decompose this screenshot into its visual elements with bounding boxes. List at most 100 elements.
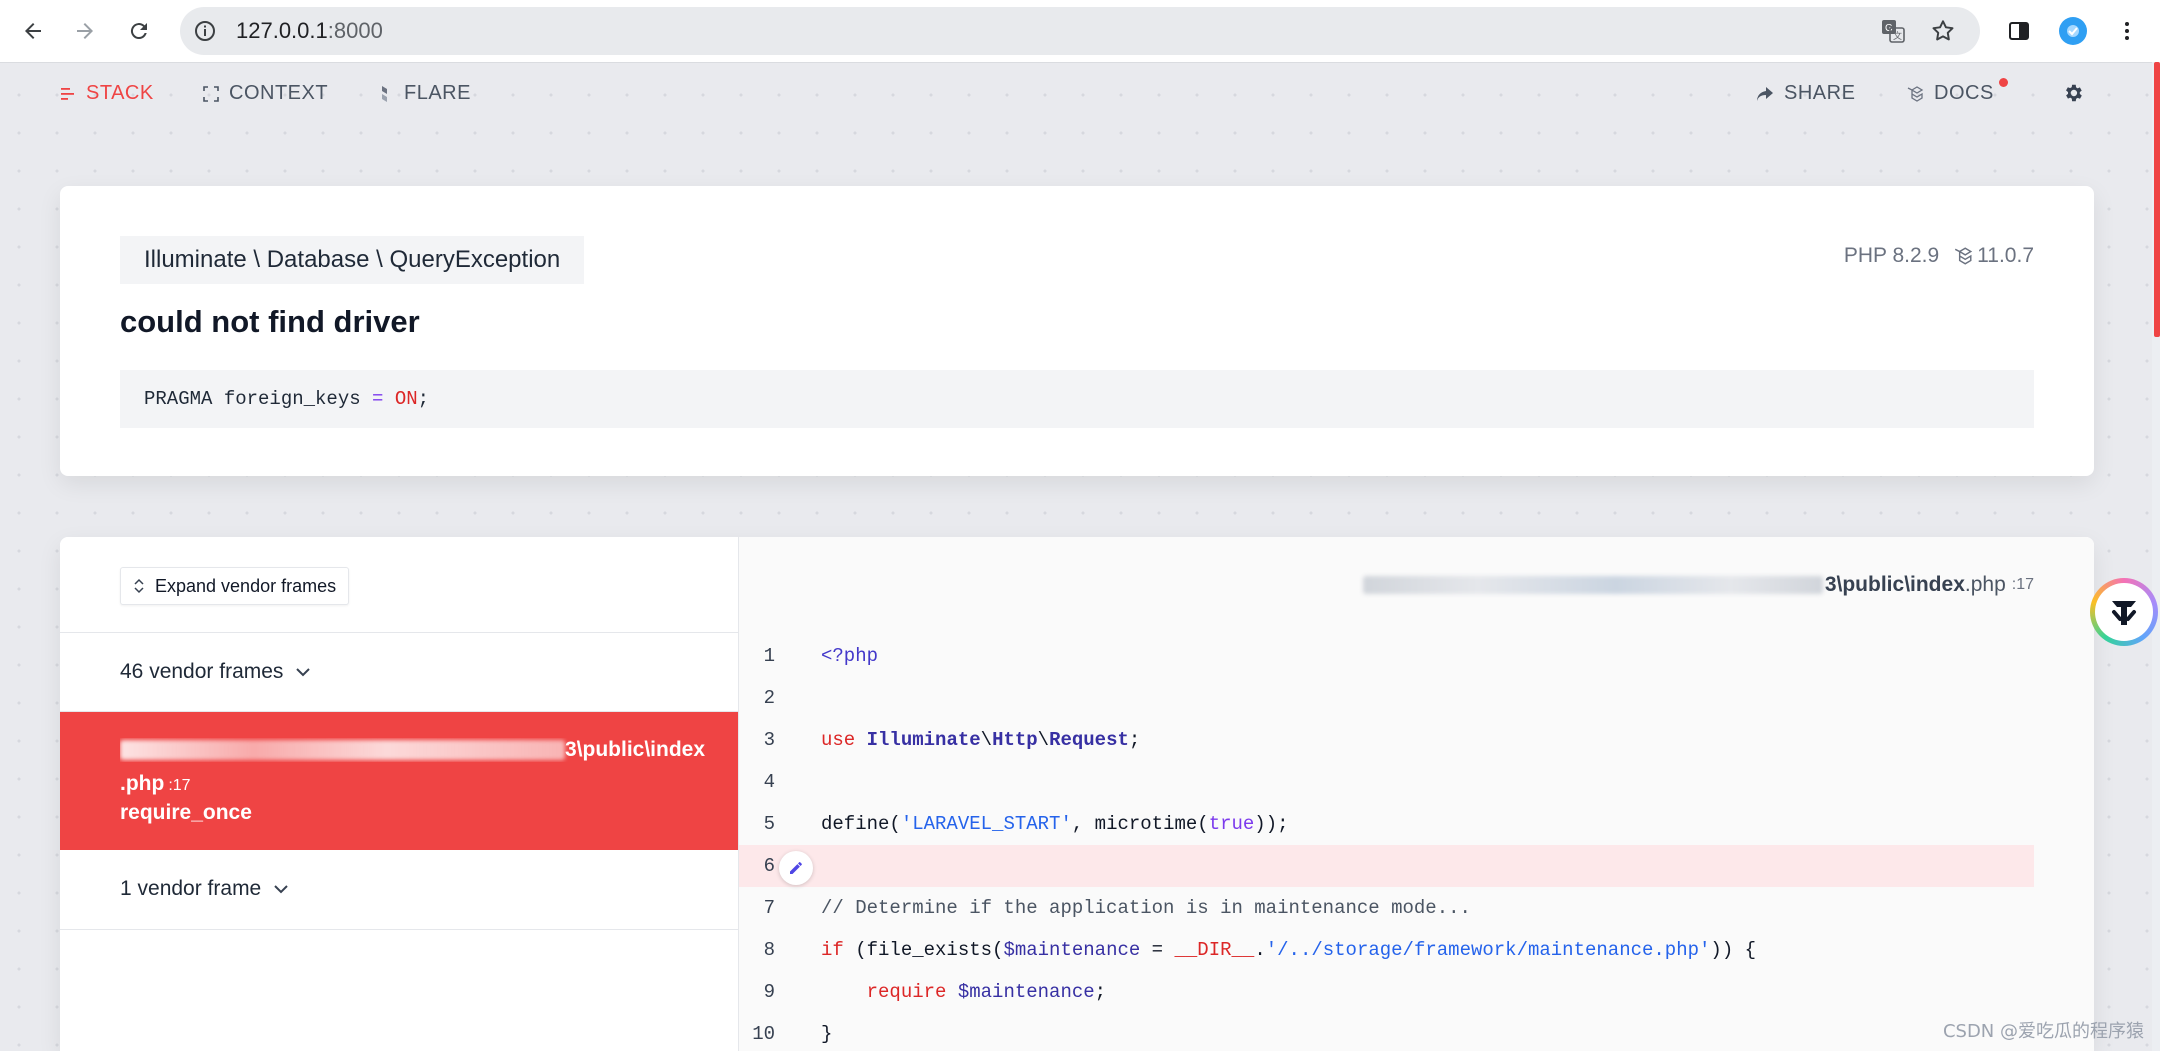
token: __DIR__ xyxy=(1174,939,1255,961)
frame-file-path: 3\public\index xyxy=(120,738,738,762)
error-message: could not find driver xyxy=(120,304,420,339)
error-summary-card: Illuminate \ Database \ QueryException P… xyxy=(60,186,2094,476)
sql-value: ON xyxy=(394,388,418,410)
pencil-icon xyxy=(790,862,802,874)
divider xyxy=(60,929,738,930)
token: . xyxy=(1254,939,1266,961)
laravel-logo-icon xyxy=(1955,247,1973,265)
expand-corners-icon xyxy=(203,85,219,102)
chevron-down-icon xyxy=(274,885,288,894)
line-source: define('LARAVEL_START', microtime(true))… xyxy=(821,813,1289,835)
tab-flare[interactable]: FLARE xyxy=(378,82,471,105)
address-bar[interactable]: 127.0.0.1:8000 G文 xyxy=(180,7,1980,55)
line-source: if (file_exists($maintenance = __DIR__.'… xyxy=(821,939,1756,961)
svg-text:文: 文 xyxy=(1893,30,1902,42)
tab-context[interactable]: CONTEXT xyxy=(203,82,328,105)
tab-flare-label: FLARE xyxy=(404,82,471,104)
code-file-line: :17 xyxy=(2011,576,2034,593)
reload-button[interactable] xyxy=(120,12,158,50)
token: $maintenance xyxy=(1003,939,1141,961)
forward-button[interactable] xyxy=(66,12,104,50)
settings-button[interactable] xyxy=(2062,82,2084,104)
arrow-right-icon xyxy=(77,23,93,39)
browser-toolbar: 127.0.0.1:8000 G文 xyxy=(0,0,2160,63)
url-text[interactable]: 127.0.0.1:8000 xyxy=(236,18,383,44)
page-scrollbar-thumb[interactable] xyxy=(2154,62,2160,337)
line-number: 10 xyxy=(752,1023,775,1045)
vendor-frames-group-top[interactable]: 46 vendor frames xyxy=(120,660,311,684)
profile-avatar-icon xyxy=(2059,17,2087,45)
vendor-frames-group-label: 46 vendor frames xyxy=(120,660,284,683)
line-number: 7 xyxy=(763,897,775,919)
flare-icon xyxy=(382,85,387,102)
frame-line-number: :17 xyxy=(168,777,191,794)
url-host: 127.0.0.1 xyxy=(236,18,328,43)
token: ; xyxy=(1094,981,1107,1003)
active-stack-frame[interactable]: 3\public\index .php:17 require_once xyxy=(60,712,738,850)
redacted-path xyxy=(1362,576,1823,594)
sql-query: PRAGMA foreign_keys = ON; xyxy=(120,370,2034,428)
share-arrow-icon xyxy=(1757,86,1773,101)
frames-list: Expand vendor frames 46 vendor frames 3\… xyxy=(60,537,739,1051)
code-file-line-value: 17 xyxy=(2016,576,2034,593)
vendor-frames-group-label: 1 vendor frame xyxy=(120,877,262,900)
share-button[interactable]: SHARE xyxy=(1756,82,1855,105)
token: \ xyxy=(980,729,993,751)
floating-assistant-button[interactable] xyxy=(2090,578,2158,646)
token: )) { xyxy=(1710,939,1757,961)
code-line: 3 use Illuminate\Http\Request; xyxy=(739,719,2034,761)
token: (file_exists( xyxy=(843,939,1004,961)
side-panel-icon xyxy=(2009,22,2029,40)
profile-button[interactable] xyxy=(2054,12,2092,50)
line-number: 2 xyxy=(763,687,775,709)
kebab-menu-icon xyxy=(2125,22,2129,40)
side-panel-button[interactable] xyxy=(2000,12,2038,50)
line-number: 3 xyxy=(763,729,775,751)
php-version: PHP 8.2.9 xyxy=(1843,244,1940,267)
docs-button[interactable]: DOCS xyxy=(1906,78,2008,105)
token: Illuminate xyxy=(866,729,981,751)
code-line: 4 xyxy=(739,761,2034,803)
reload-icon xyxy=(130,23,147,40)
vendor-frames-group-bottom[interactable]: 1 vendor frame xyxy=(120,877,289,901)
line-number: 5 xyxy=(763,813,775,835)
version-info: PHP 8.2.9 11.0.7 xyxy=(1844,244,2034,268)
back-button[interactable] xyxy=(14,12,52,50)
stack-lines-icon xyxy=(61,87,74,100)
laravel-docs-icon xyxy=(1907,85,1924,102)
stack-trace-card: Expand vendor frames 46 vendor frames 3\… xyxy=(60,537,2094,1051)
code-line: 9 require $maintenance; xyxy=(739,971,2034,1013)
line-number: 8 xyxy=(763,939,775,961)
translate-icon[interactable]: G文 xyxy=(1878,16,1908,46)
line-source: // Determine if the application is in ma… xyxy=(821,897,1471,919)
divider xyxy=(60,632,738,633)
bookmark-star-icon[interactable] xyxy=(1928,16,1958,46)
token: )); xyxy=(1254,813,1289,835)
share-label: SHARE xyxy=(1784,82,1856,104)
expand-vendor-frames-button[interactable]: Expand vendor frames xyxy=(120,567,350,605)
line-source: use Illuminate\Http\Request; xyxy=(821,729,1140,751)
token: true xyxy=(1208,813,1255,835)
line-source: } xyxy=(821,1023,832,1045)
code-viewer: 3\public\index .php :17 1 <?php 2 3 use Il… xyxy=(739,537,2094,1051)
token: } xyxy=(821,1023,833,1045)
token: \ xyxy=(1037,729,1050,751)
tab-context-label: CONTEXT xyxy=(229,82,329,104)
code-file-ext: .php xyxy=(1964,573,2006,596)
code-file-tail: 3\public\index xyxy=(1824,573,1965,596)
docs-notification-dot xyxy=(1998,78,2008,87)
tab-stack[interactable]: STACK xyxy=(60,82,154,105)
browser-menu-button[interactable] xyxy=(2108,12,2146,50)
edit-in-editor-button[interactable] xyxy=(779,851,813,885)
line-source: require $maintenance; xyxy=(821,981,1106,1003)
code-file-path[interactable]: 3\public\index .php :17 xyxy=(1362,573,2034,597)
token: ; xyxy=(1128,729,1141,751)
token: '/../storage/framework/maintenance.php' xyxy=(1265,939,1711,961)
code-line: 1 <?php xyxy=(739,635,2034,677)
code-line: 8 if (file_exists($maintenance = __DIR__… xyxy=(739,929,2034,971)
site-info-icon[interactable] xyxy=(190,16,220,46)
token: Request xyxy=(1049,729,1129,751)
token: = xyxy=(1140,939,1175,961)
docs-label: DOCS xyxy=(1934,82,1994,104)
token: define( xyxy=(821,813,901,835)
